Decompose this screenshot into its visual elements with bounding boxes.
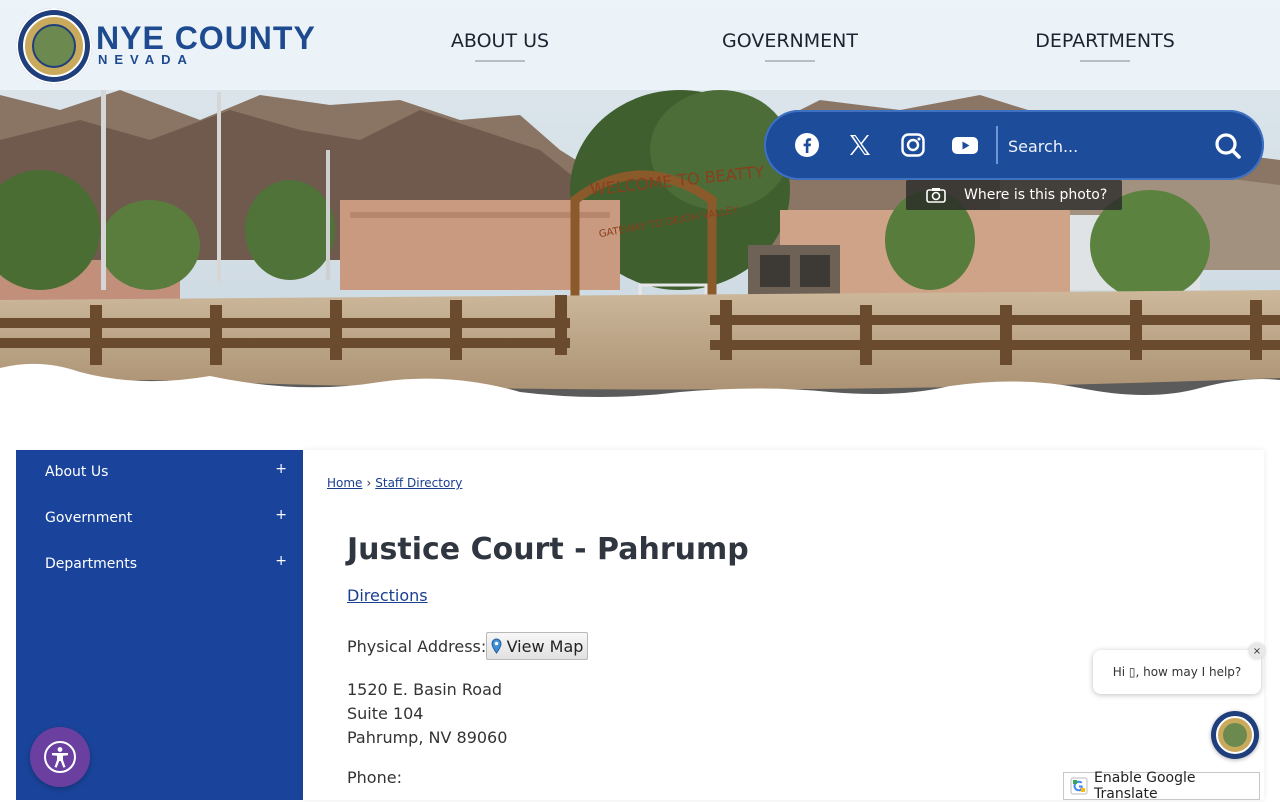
nav-government-label: GOVERNMENT [722,30,858,52]
camera-icon [926,187,946,203]
directions-link[interactable]: Directions [347,586,428,605]
hero-banner: WELCOME TO BEATTY GATEWAY TO DEATH VALLE… [0,0,1280,430]
nav-about-us-label: ABOUT US [450,30,550,52]
youtube-icon[interactable] [950,130,980,160]
chat-close-button[interactable]: × [1249,643,1265,659]
map-pin-icon [491,638,502,654]
county-seal-icon [16,8,92,84]
view-map-label: View Map [506,636,584,656]
google-translate-icon [1070,777,1088,795]
nav-government[interactable]: GOVERNMENT [720,30,860,70]
nav-underline [1080,60,1130,62]
nav-departments[interactable]: DEPARTMENTS [1025,30,1185,70]
page-title: Justice Court - Pahrump [347,532,749,567]
breadcrumb: Home › Staff Directory [327,476,462,490]
expand-plus-icon[interactable]: + [275,553,287,569]
accessibility-icon [44,741,76,773]
x-icon[interactable] [845,130,875,160]
address-line: 1520 E. Basin Road [347,680,503,699]
where-is-this-photo-button[interactable]: Where is this photo? [906,180,1122,210]
nav-departments-label: DEPARTMENTS [1035,30,1175,52]
nav-about-us[interactable]: ABOUT US [440,30,560,70]
search-button[interactable] [1210,128,1246,164]
breadcrumb-separator: › [366,476,372,490]
nav-underline [475,60,525,62]
main-nav: ABOUT US GOVERNMENT DEPARTMENTS [360,0,1280,90]
breadcrumb-home-link[interactable]: Home [327,476,362,490]
address-line: Suite 104 [347,704,424,723]
sidebar-item-label: About Us [45,464,109,480]
county-logo[interactable]: NYE COUNTY NEVADA [16,8,316,84]
phone-label: Phone: [347,768,402,787]
sidebar-item-label: Government [45,510,133,526]
breadcrumb-staff-directory-link[interactable]: Staff Directory [375,476,462,490]
social-search-bar [764,110,1264,180]
search-icon [1215,133,1241,159]
expand-plus-icon[interactable]: + [275,507,287,523]
physical-address-label: Physical Address: [347,637,487,656]
accessibility-button[interactable] [30,727,90,787]
photo-button-label: Where is this photo? [964,187,1108,203]
chat-avatar-button[interactable] [1211,711,1259,759]
address-line: Pahrump, NV 89060 [347,728,508,747]
instagram-icon[interactable] [898,130,928,160]
chat-greeting-bubble[interactable]: Hi ▯, how may I help? [1093,650,1261,694]
sidebar-item-departments[interactable]: Departments + [16,542,303,588]
sidebar-item-label: Departments [45,556,138,572]
sidebar-item-government[interactable]: Government + [16,496,303,542]
google-translate-label: Enable Google Translate [1094,770,1196,802]
social-divider [996,126,998,164]
expand-plus-icon[interactable]: + [275,461,287,477]
search-input[interactable] [1006,128,1200,164]
sidebar-item-about-us[interactable]: About Us + [16,450,303,496]
logo-state: NEVADA [98,52,194,67]
chat-greeting-text: Hi ▯, how may I help? [1112,665,1242,679]
nav-underline [765,60,815,62]
main-content: Home › Staff Directory Justice Court - Pah… [303,450,1264,800]
google-translate-button[interactable]: Enable Google Translate [1063,770,1260,802]
view-map-button[interactable]: View Map [486,632,588,660]
facebook-icon[interactable] [792,130,822,160]
